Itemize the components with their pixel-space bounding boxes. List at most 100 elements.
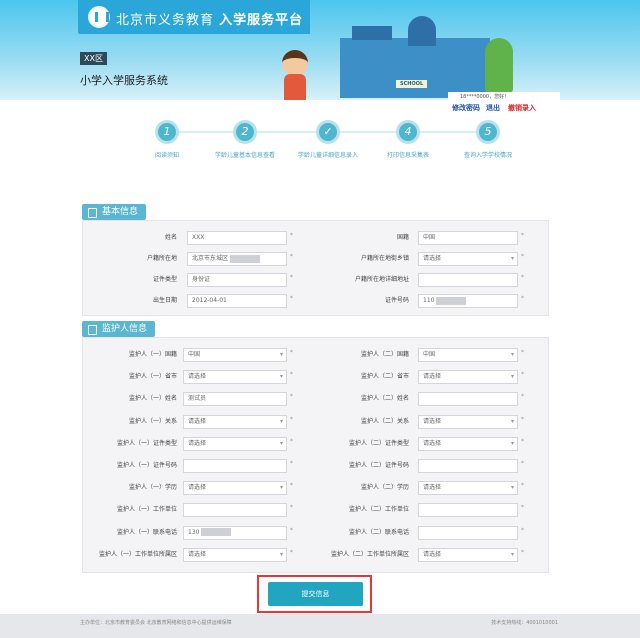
basic-left-field-label: 证件类型	[152, 276, 177, 283]
required-mark: *	[521, 349, 524, 356]
required-mark: *	[521, 437, 524, 445]
required-mark: *	[521, 274, 524, 281]
basic-left-field-value: XXX	[192, 234, 205, 241]
step-number: 2	[233, 120, 257, 144]
basic-left-field-value: 2012-04-01	[192, 297, 227, 304]
basic-right-field-value: 110	[423, 297, 435, 304]
basic-right-field-label: 国籍	[396, 234, 409, 241]
basic-right-field-label: 证件号码	[384, 297, 409, 304]
guardian2-field-label: 监护人（二）工作单位	[348, 506, 409, 514]
logout-link[interactable]: 退出	[486, 103, 500, 113]
required-mark: *	[521, 253, 524, 260]
guardian1-field-label: 监护人（一）省市	[128, 373, 177, 381]
progress-steps: 1 阅读须知 2 学龄儿童基本信息查看 ✓ 学龄儿童详细信息录入 4 打印信息采集表 5 查询入学…	[135, 120, 515, 160]
guardian2-field-value: 请选择	[423, 484, 442, 492]
basic-right-field-label: 户籍所在地街乡镇	[360, 255, 409, 262]
basic-right-field-input[interactable]: 110	[418, 294, 518, 308]
guardian2-field-label: 监护人（二）省市	[360, 373, 409, 381]
required-mark: *	[521, 504, 524, 512]
guardian1-field-value: 请选择	[188, 439, 207, 447]
basic-left-field-label: 姓名	[164, 234, 177, 241]
guardian2-field-select[interactable]: 请选择	[418, 436, 518, 451]
required-mark: *	[521, 482, 524, 490]
guardian2-field-label: 监护人（二）学历	[360, 484, 409, 492]
guardian1-field-label: 监护人（一）关系	[128, 417, 177, 425]
step-number: 1	[155, 120, 179, 144]
required-mark: *	[521, 526, 524, 534]
guardian2-field-select[interactable]: 请选择	[418, 547, 518, 562]
step-label: 打印信息采集表	[386, 152, 429, 159]
guardian2-field-select[interactable]: 请选择	[418, 370, 518, 385]
required-mark: *	[521, 295, 524, 302]
guardian2-field-label: 监护人（二）工作单位所属区	[330, 550, 409, 558]
guardian-info-section: 监护人（一）国籍中国*监护人（一）省市请选择*监护人（一）姓名测试员*监护人（一…	[82, 337, 549, 573]
required-mark: *	[521, 415, 524, 423]
school-illustration: SCHOOL	[340, 16, 513, 98]
user-panel: 18****0000，您好！ 修改密码 退出 撤销录入	[448, 92, 560, 116]
guardian2-field-select[interactable]: 中国	[418, 348, 518, 362]
step-label: 查询入学学校情况	[463, 152, 512, 159]
guardian2-field-label: 监护人（二）关系	[360, 417, 409, 425]
required-mark: *	[521, 393, 524, 401]
basic-right-field-value: 请选择	[423, 255, 442, 262]
required-mark: *	[521, 460, 524, 467]
header-banner: 北京市义务教育 入学服务平台 XX区 小学入学服务系统 SCHOOL	[0, 0, 640, 100]
guardian-info-title: 监护人信息	[82, 321, 156, 337]
basic-right-field-value: 中国	[423, 234, 436, 241]
guardian1-field-value: 请选择	[188, 373, 207, 381]
footer-sponsor: 主办单位：北京市教育委员会 北京教育网络和信息中心提供运维保障	[80, 620, 232, 626]
footer-hotline: 技术支持热线：4001010001	[491, 620, 558, 626]
step-label: 阅读须知	[154, 152, 179, 159]
guardian1-field-label: 监护人（一）姓名	[128, 395, 177, 403]
guardian1-field-label: 监护人（一）联系电话	[116, 528, 177, 536]
basic-left-field-value: 身份证	[192, 276, 211, 283]
guardian2-field-input[interactable]	[418, 392, 518, 407]
guardian1-field-label: 监护人（一）证件类型	[116, 439, 177, 447]
guardian1-field-value: 请选择	[188, 484, 207, 492]
guardian2-field-select[interactable]: 请选择	[418, 414, 518, 429]
revoke-entry-link[interactable]: 撤销录入	[508, 103, 536, 113]
school-sign: SCHOOL	[396, 80, 428, 88]
basic-right-field-input[interactable]: 中国	[418, 231, 518, 245]
guardian1-field-value: 130	[188, 528, 200, 536]
basic-info-section: 姓名 XXX * 户籍所在地 北京市东城区 * 证件类型 身份证 * 出生日期 2012-04-01…	[82, 220, 549, 316]
guardian1-field-label: 监护人（一）国籍	[128, 351, 177, 358]
step-5: 5 查询入学学校情况	[448, 120, 528, 159]
platform-logo-icon	[88, 6, 110, 28]
basic-info-title: 基本信息	[82, 204, 147, 220]
step-number: 5	[476, 120, 500, 144]
basic-right-field-input[interactable]	[418, 273, 518, 287]
required-mark: *	[521, 371, 524, 379]
platform-title: 北京市义务教育 入学服务平台	[116, 9, 303, 28]
change-password-link[interactable]: 修改密码	[452, 103, 480, 113]
step-4: 4 打印信息采集表	[368, 120, 448, 159]
step-check-icon: ✓	[316, 120, 340, 144]
step-label: 学龄儿童基本信息查看	[214, 152, 275, 159]
basic-right-field-label: 户籍所在地详细地址	[354, 276, 409, 283]
platform-title-bold: 入学服务平台	[219, 13, 304, 28]
district-badge: XX区	[80, 52, 107, 65]
basic-right-field-select[interactable]: 请选择	[418, 252, 518, 266]
guardian2-field-value: 请选择	[423, 439, 442, 447]
guardian2-field-label: 监护人（二）证件号码	[348, 462, 409, 469]
guardian2-field-label: 监护人（二）联系电话	[348, 528, 409, 536]
guardian2-field-input[interactable]	[418, 503, 518, 518]
guardian2-field-value: 请选择	[423, 550, 442, 558]
guardian2-field-input[interactable]	[418, 459, 518, 473]
step-1: 1 阅读须知	[127, 120, 207, 159]
guardian2-field-input[interactable]	[418, 525, 518, 540]
guardian2-field-value: 中国	[423, 351, 436, 358]
child-illustration	[278, 50, 312, 100]
guardian2-field-select[interactable]: 请选择	[418, 481, 518, 496]
guardian1-field-value: 中国	[188, 351, 201, 358]
submit-button[interactable]: 提交信息	[268, 582, 363, 606]
redacted-mask	[201, 528, 232, 537]
basic-left-field-label: 出生日期	[152, 297, 177, 304]
redacted-mask	[436, 296, 467, 305]
step-3: ✓ 学龄儿童详细信息录入	[288, 120, 368, 159]
step-label: 学龄儿童详细信息录入	[297, 152, 358, 159]
guardian1-field-value: 测试员	[188, 395, 207, 403]
guardian2-field-value: 请选择	[423, 417, 442, 425]
guardian1-field-value: 请选择	[188, 417, 207, 425]
guardian1-field-label: 监护人（一）学历	[128, 484, 177, 492]
